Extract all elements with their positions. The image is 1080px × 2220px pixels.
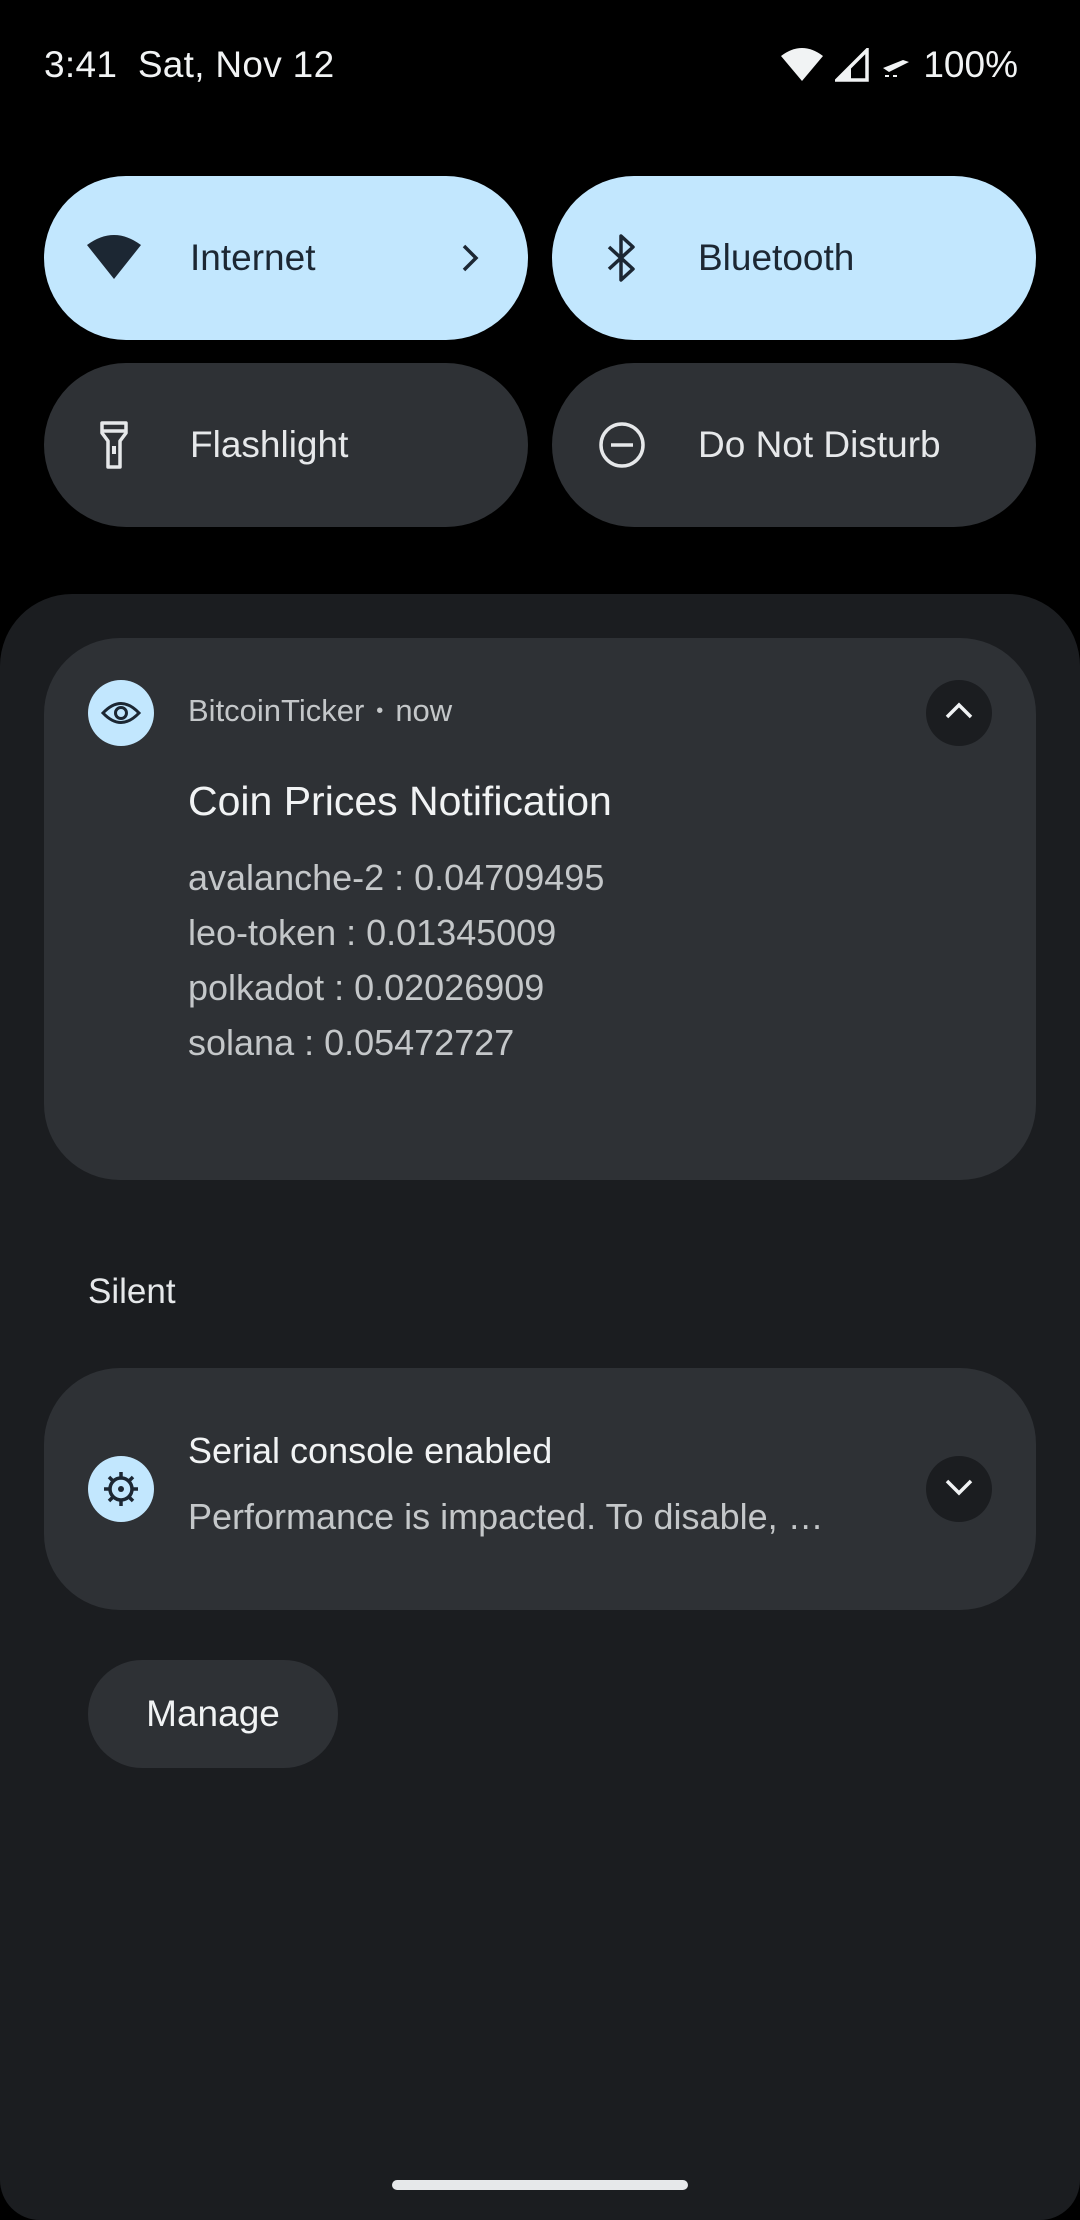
notification-time: now xyxy=(395,693,453,728)
price-line: polkadot : 0.02026909 xyxy=(188,967,545,1008)
status-date: Sat, Nov 12 xyxy=(137,44,335,85)
separator-dot: • xyxy=(376,699,384,722)
tile-flashlight[interactable]: Flashlight xyxy=(44,363,528,527)
manage-button[interactable]: Manage xyxy=(88,1660,338,1768)
notification-shade-screen: 3:41 Sat, Nov 12 100% Internet Bluetooth… xyxy=(0,0,1080,2220)
home-gesture-handle[interactable] xyxy=(392,2180,688,2190)
tile-bluetooth[interactable]: Bluetooth xyxy=(552,176,1036,340)
wifi-icon xyxy=(84,228,144,288)
serial-notification-title: Serial console enabled xyxy=(188,1430,553,1471)
silent-section-label: Silent xyxy=(88,1272,176,1311)
status-icons: 100% xyxy=(781,44,1018,86)
chevron-down-icon xyxy=(944,1478,974,1501)
manage-button-label: Manage xyxy=(146,1693,280,1734)
price-line: avalanche-2 : 0.04709495 xyxy=(188,857,605,898)
chevron-right-icon xyxy=(456,240,484,276)
chevron-up-icon xyxy=(944,702,974,725)
status-time: 3:41 xyxy=(44,44,118,85)
serial-console-notification[interactable]: Serial console enabled Performance is im… xyxy=(44,1368,1036,1610)
status-clock: 3:41 Sat, Nov 12 xyxy=(44,44,334,86)
notification-body: avalanche-2 : 0.04709495 leo-token : 0.0… xyxy=(188,850,604,1070)
tile-flashlight-label: Flashlight xyxy=(190,424,349,465)
tile-internet-label: Internet xyxy=(190,237,316,278)
wifi-signal-icon xyxy=(781,48,824,82)
bluetooth-icon xyxy=(592,228,652,288)
expand-button[interactable] xyxy=(926,1456,992,1522)
serial-notification-text: Performance is impacted. To disable, … xyxy=(188,1496,824,1537)
price-line: leo-token : 0.01345009 xyxy=(188,912,557,953)
tile-bluetooth-label: Bluetooth xyxy=(698,237,855,278)
notification-panel: BitcoinTicker • now Coin Prices Notifica… xyxy=(0,594,1080,2220)
do-not-disturb-icon xyxy=(592,415,652,475)
status-bar: 3:41 Sat, Nov 12 100% xyxy=(0,0,1080,130)
notification-title: Coin Prices Notification xyxy=(188,778,612,824)
quick-settings-tiles: Internet Bluetooth Flashlight Do Not Dis… xyxy=(44,176,1036,527)
coin-prices-notification[interactable]: BitcoinTicker • now Coin Prices Notifica… xyxy=(44,638,1036,1180)
app-name: BitcoinTicker xyxy=(188,693,365,728)
tile-do-not-disturb[interactable]: Do Not Disturb xyxy=(552,363,1036,527)
bug-icon xyxy=(88,1456,154,1522)
tile-internet[interactable]: Internet xyxy=(44,176,528,340)
flashlight-icon xyxy=(84,415,144,475)
cell-signal-icon xyxy=(835,48,870,82)
price-line: solana : 0.05472727 xyxy=(188,1022,515,1063)
tile-do-not-disturb-label: Do Not Disturb xyxy=(698,424,941,465)
eye-icon xyxy=(88,680,154,746)
notification-app-header: BitcoinTicker • now xyxy=(188,693,452,729)
battery-saver-icon xyxy=(881,50,911,80)
battery-level: 100% xyxy=(923,44,1018,85)
collapse-button[interactable] xyxy=(926,680,992,746)
